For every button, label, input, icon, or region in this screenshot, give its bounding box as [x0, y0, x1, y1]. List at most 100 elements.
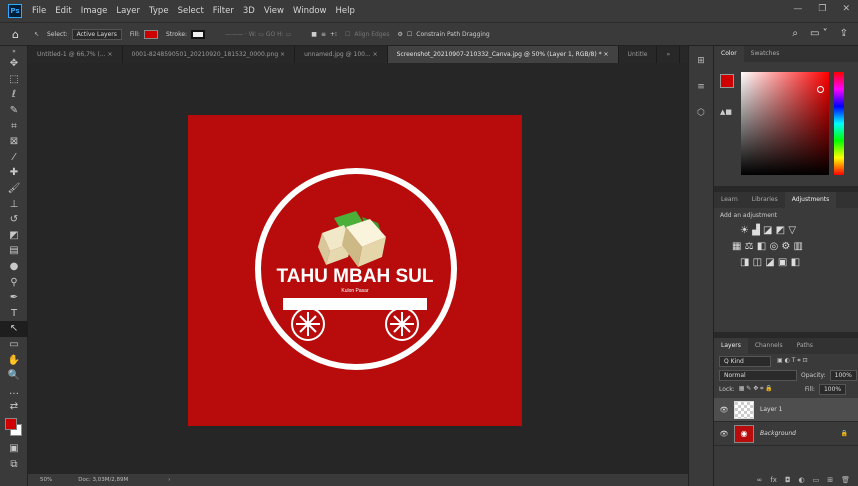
status-arrow-icon[interactable]: › [168, 477, 170, 483]
eraser-tool-icon[interactable]: ◩ [0, 228, 28, 244]
layer-row-layer-1[interactable]: 👁 Layer 1 [714, 398, 858, 422]
selective-color-icon[interactable]: ◧ [791, 257, 800, 268]
hue-sat-icon[interactable]: ▦ [732, 241, 745, 252]
menu-layer[interactable]: Layer [116, 6, 140, 16]
tab-libraries[interactable]: Libraries [745, 192, 785, 208]
workspace-icon[interactable]: ▭ ˅ [810, 28, 828, 39]
visibility-eye-icon[interactable]: 👁 [714, 430, 734, 438]
hue-slider[interactable] [834, 72, 844, 175]
add-mask-icon[interactable]: ◘ [785, 476, 791, 484]
artwork-canvas[interactable]: TAHU MBAH SUL Kulon Pasar [188, 115, 522, 426]
tab-swatches[interactable]: Swatches [744, 46, 787, 62]
constrain-checkbox[interactable]: ☐ [407, 31, 412, 38]
menu-filter[interactable]: Filter [213, 6, 234, 16]
invert-icon[interactable]: ◨ [740, 257, 753, 268]
pen-tool-icon[interactable]: ✒ [0, 290, 28, 306]
levels-icon[interactable]: ▟ [752, 225, 763, 236]
vibrance-icon[interactable]: ▽ [788, 225, 796, 236]
toolbar-collapse-icon[interactable]: » [0, 46, 28, 56]
type-tool-icon[interactable]: T [0, 306, 28, 322]
color-lookup-icon[interactable]: ▥ [794, 241, 803, 252]
curves-icon[interactable]: ◪ [763, 225, 776, 236]
trash-icon[interactable]: 🗑 [841, 476, 850, 484]
color-fg-swatch[interactable] [720, 74, 734, 88]
quick-mask-icon[interactable]: ▣ [0, 441, 28, 457]
restore-icon[interactable]: ❐ [818, 4, 826, 14]
lock-icon[interactable]: 🔒 [841, 430, 848, 437]
history-brush-icon[interactable]: ↺ [0, 212, 28, 228]
tab-unnamed[interactable]: unnamed.jpg @ 100... × [295, 46, 388, 63]
blur-tool-icon[interactable]: ● [0, 259, 28, 275]
link-layers-icon[interactable]: ∞ [757, 476, 763, 484]
menu-view[interactable]: View [264, 6, 284, 16]
tab-channels[interactable]: Channels [748, 338, 790, 354]
tab-adjustments[interactable]: Adjustments [784, 192, 837, 208]
gear-icon[interactable]: ⚙ [398, 31, 403, 38]
3d-panel-icon[interactable]: ⬡ [689, 102, 713, 124]
layer-1-name[interactable]: Layer 1 [760, 406, 782, 413]
tab-paths[interactable]: Paths [790, 338, 820, 354]
stroke-swatch[interactable] [191, 29, 206, 39]
path-ops-icon[interactable]: ■ [311, 31, 317, 38]
search-icon[interactable]: ⌕ [792, 28, 798, 39]
exposure-icon[interactable]: ◩ [776, 225, 789, 236]
select-dropdown[interactable]: Active Layers [71, 28, 122, 40]
menu-type[interactable]: Type [149, 6, 169, 16]
gradient-tool-icon[interactable]: ▤ [0, 243, 28, 259]
color-field[interactable] [741, 72, 829, 175]
doc-size[interactable]: Doc: 3,03M/2,89M [78, 477, 128, 483]
dodge-tool-icon[interactable]: ⚲ [0, 274, 28, 290]
stroke-width-field[interactable]: ——— · W: ▭ GO H: ▭ [225, 31, 291, 38]
more-tools-icon[interactable]: … [0, 383, 28, 399]
menu-3d[interactable]: 3D [243, 6, 255, 16]
path-align-icon[interactable]: ≡ [321, 31, 326, 38]
tab-screenshot-active[interactable]: Screenshot_20210907-210332_Canva.jpg @ 5… [387, 46, 619, 63]
menu-edit[interactable]: Edit [55, 6, 71, 16]
history-panel-icon[interactable]: ⊞ [689, 50, 713, 72]
new-adjustment-icon[interactable]: ◐ [799, 476, 805, 484]
home-icon[interactable]: ⌂ [12, 28, 26, 41]
stamp-tool-icon[interactable]: ⊥ [0, 196, 28, 212]
menu-image[interactable]: Image [81, 6, 108, 16]
threshold-icon[interactable]: ◪ [765, 257, 778, 268]
menu-window[interactable]: Window [293, 6, 327, 16]
properties-panel-icon[interactable]: ≡ [689, 76, 713, 98]
menu-select[interactable]: Select [178, 6, 204, 16]
fx-icon[interactable]: fx [770, 476, 777, 484]
path-arrange-icon[interactable]: +⁝ [330, 31, 337, 38]
layer-row-background[interactable]: 👁 ◉ Background 🔒 [714, 422, 858, 446]
close-icon[interactable]: ✕ [842, 4, 850, 14]
brush-tool-icon[interactable]: 🖌 [0, 181, 28, 197]
quick-select-tool-icon[interactable]: ✎ [0, 103, 28, 119]
new-layer-icon[interactable]: ⊞ [827, 476, 833, 484]
path-selection-tool-icon[interactable]: ↖ [0, 321, 28, 337]
fill-swatch[interactable] [143, 29, 158, 39]
lasso-tool-icon[interactable]: ℓ [0, 87, 28, 103]
healing-tool-icon[interactable]: ✚ [0, 165, 28, 181]
tab-untitled-2[interactable]: Untitle [619, 46, 658, 63]
share-icon[interactable]: ⇪ [840, 28, 848, 39]
visibility-eye-icon[interactable]: 👁 [714, 406, 734, 414]
photo-filter-icon[interactable]: ◎ [769, 241, 781, 252]
photoshop-logo[interactable]: Ps [8, 4, 22, 18]
tab-color[interactable]: Color [714, 46, 744, 62]
frame-tool-icon[interactable]: ⊠ [0, 134, 28, 150]
bw-icon[interactable]: ◧ [757, 241, 770, 252]
blend-mode-dropdown[interactable]: Normal [719, 369, 797, 381]
opacity-field[interactable]: 100% [829, 369, 857, 381]
tab-learn[interactable]: Learn [714, 192, 745, 208]
tab-untitled-1[interactable]: Untitled-1 @ 66,7% (... × [28, 46, 123, 63]
color-picker-handle[interactable] [817, 86, 824, 93]
menu-help[interactable]: Help [336, 6, 355, 16]
gradient-map-icon[interactable]: ▣ [778, 257, 791, 268]
background-layer-name[interactable]: Background [760, 430, 796, 437]
posterize-icon[interactable]: ◫ [753, 257, 766, 268]
tab-layers[interactable]: Layers [714, 338, 748, 354]
minimize-icon[interactable]: — [793, 4, 802, 14]
move-tool-icon[interactable]: ✥ [0, 56, 28, 72]
zoom-level[interactable]: 50% [40, 477, 52, 483]
rectangle-tool-icon[interactable]: ▭ [0, 337, 28, 353]
tabs-overflow-icon[interactable]: » [657, 46, 681, 63]
swap-colors-icon[interactable]: ⇄ [0, 399, 28, 415]
lock-icons[interactable]: ▦ ✎ ✥ ⌗ 🔒 [739, 385, 773, 393]
